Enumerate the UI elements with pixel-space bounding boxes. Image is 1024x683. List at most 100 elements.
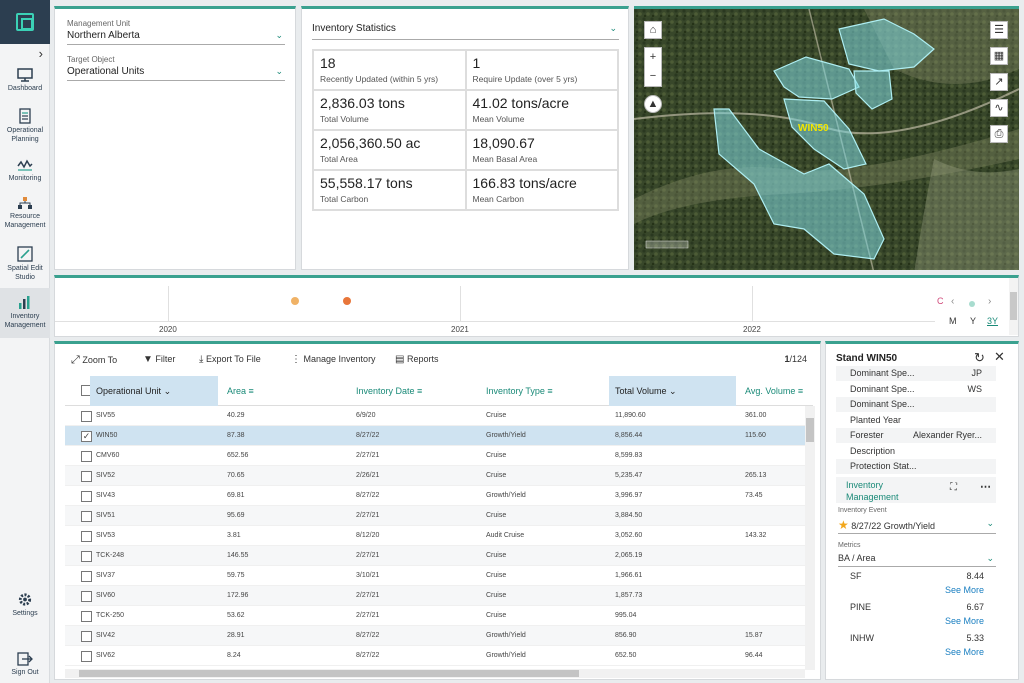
zoom-in-icon[interactable]: + <box>645 48 661 67</box>
filter-button[interactable]: ▼ Filter <box>143 354 175 365</box>
timeline-panel[interactable]: 2020 2021 2022 C ‹ › M Y 3Y <box>54 275 1019 337</box>
table-row[interactable]: TCK-248 146.55 2/27/21 Cruise 2,065.19 <box>65 546 813 566</box>
row-checkbox[interactable] <box>81 591 92 602</box>
table-row[interactable]: SIV42 28.91 8/27/22 Growth/Yield 856.90 15.87 <box>65 626 813 646</box>
scrollbar-thumb[interactable] <box>79 670 579 677</box>
zoom-out-icon[interactable]: − <box>645 67 661 86</box>
table-cell: 652.56 <box>227 452 249 459</box>
stand-detail-panel: Stand WIN50 ↻ ✕ Dominant Spe... JP Domina… <box>825 341 1019 680</box>
timeline-event-dot[interactable] <box>291 297 299 305</box>
table-row[interactable]: SIV60 172.96 2/27/21 Cruise 1,857.73 <box>65 586 813 606</box>
sidebar-item-resource-management[interactable]: Resource Management <box>0 196 50 230</box>
metrics-select[interactable]: BA / Area ⌄ <box>838 553 996 567</box>
table-row[interactable]: CMV60 652.56 2/27/21 Cruise 8,599.83 <box>65 446 813 466</box>
timeline-scrollbar[interactable] <box>1009 278 1018 335</box>
scrollbar-thumb[interactable] <box>806 418 814 442</box>
compass-button[interactable]: ▲ <box>644 95 662 113</box>
qr-button[interactable]: ▦ <box>990 47 1008 65</box>
zoom-3-year[interactable]: 3Y <box>987 316 998 326</box>
table-row[interactable]: ✓ WIN50 87.38 8/27/22 Growth/Yield 8,856.44 11… <box>65 426 813 446</box>
sketch-button[interactable]: ∿ <box>990 99 1008 117</box>
row-checkbox[interactable] <box>81 471 92 482</box>
row-checkbox[interactable] <box>81 511 92 522</box>
export-button[interactable]: ⤓ Export To File <box>199 354 261 365</box>
row-checkbox[interactable] <box>81 451 92 462</box>
refresh-icon[interactable]: ↻ <box>974 350 985 366</box>
timeline-reset[interactable]: C <box>937 296 944 306</box>
home-button[interactable]: ⌂ <box>644 21 662 39</box>
zoom-month[interactable]: M <box>949 316 957 326</box>
see-more-link[interactable]: See More <box>945 585 984 595</box>
statistics-select[interactable]: Inventory Statistics ⌄ <box>312 23 619 40</box>
row-checkbox[interactable] <box>81 411 92 422</box>
timeline-prev-icon[interactable]: ‹ <box>951 296 954 307</box>
detail-field: Protection Stat... <box>836 459 996 474</box>
scrollbar-thumb[interactable] <box>1010 292 1017 320</box>
column-header-total-volume[interactable]: Total Volume ⌄ <box>609 376 736 406</box>
fullscreen-icon[interactable]: ⛶ <box>950 482 957 493</box>
table-row[interactable]: SIV52 70.65 2/26/21 Cruise 5,235.47 265.13 <box>65 466 813 486</box>
zoom-to-button[interactable]: ⤢ Zoom To <box>71 354 117 367</box>
table-vertical-scrollbar[interactable] <box>805 406 815 670</box>
row-checkbox[interactable] <box>81 571 92 582</box>
table-row[interactable]: SIV62 8.24 8/27/22 Growth/Yield 652.50 96.44 <box>65 646 813 666</box>
row-checkbox[interactable]: ✓ <box>81 431 92 442</box>
column-header-operational-unit[interactable]: Operational Unit ⌄ <box>90 376 218 406</box>
event-select[interactable]: ★ 8/27/22 Growth/Yield ⌄ <box>838 518 996 534</box>
reports-button[interactable]: ▤ Reports <box>395 354 438 365</box>
compass-icon: ▲ <box>647 98 659 110</box>
zoom-control[interactable]: + − <box>644 47 662 87</box>
sidebar-item-inventory-management[interactable]: Inventory Management <box>0 288 50 338</box>
sidebar-item-sign-out[interactable]: Sign Out <box>0 652 50 677</box>
see-more-link[interactable]: See More <box>945 616 984 626</box>
target-object-select[interactable]: Operational Units ⌄ <box>67 66 285 81</box>
row-checkbox[interactable] <box>81 611 92 622</box>
row-checkbox[interactable] <box>81 551 92 562</box>
table-cell: 856.90 <box>615 632 637 639</box>
target-object-label: Target Object <box>67 55 115 64</box>
table-row[interactable]: SIV43 69.81 8/27/22 Growth/Yield 3,996.97 73.… <box>65 486 813 506</box>
row-checkbox[interactable] <box>81 631 92 642</box>
sidebar-item-dashboard[interactable]: Dashboard <box>0 68 50 93</box>
sidebar-item-operational-planning[interactable]: Operational Planning <box>0 108 50 144</box>
print-button[interactable]: ⎙ <box>990 125 1008 143</box>
print-icon: ⎙ <box>994 128 1004 140</box>
app-logo[interactable] <box>0 0 50 44</box>
timeline-year: 2020 <box>159 325 177 334</box>
table-cell: SIV43 <box>96 492 116 499</box>
manage-inventory-button[interactable]: ⋮ Manage Inventory <box>291 354 376 365</box>
row-checkbox[interactable] <box>81 491 92 502</box>
sidebar-item-settings[interactable]: Settings <box>0 592 50 618</box>
management-unit-select[interactable]: Northern Alberta ⌄ <box>67 30 285 45</box>
sidebar-item-monitoring[interactable]: Monitoring <box>0 158 50 183</box>
table-cell: SIV55 <box>96 412 116 419</box>
column-header-avg-volume[interactable]: Avg. Volume ≡ <box>739 376 813 406</box>
expand-sidebar-icon[interactable]: › <box>39 46 43 61</box>
table-cell: 6/9/20 <box>356 412 376 419</box>
table-row[interactable]: SIV55 40.29 6/9/20 Cruise 11,890.60 361.00 <box>65 406 813 426</box>
row-checkbox[interactable] <box>81 651 92 662</box>
column-header-inventory-date[interactable]: Inventory Date ≡ <box>350 376 477 406</box>
table-row[interactable]: TCK-250 53.62 2/27/21 Cruise 995.04 <box>65 606 813 626</box>
close-icon[interactable]: ✕ <box>994 349 1005 365</box>
row-checkbox[interactable] <box>81 531 92 542</box>
sidebar-item-label: Inventory Management <box>4 313 46 329</box>
table-horizontal-scrollbar[interactable] <box>65 669 805 678</box>
section-header[interactable]: Inventory Management ⛶ ⋯ <box>836 477 996 503</box>
column-header-area[interactable]: Area ≡ <box>221 376 347 406</box>
sidebar-item-spatial-edit-studio[interactable]: Spatial Edit Studio <box>0 246 50 282</box>
map-view[interactable]: WIN50 ⌂ + − ▲ ☰ ▦ ↗ ∿ ⎙ <box>634 6 1019 270</box>
table-cell: 1,966.61 <box>615 572 643 579</box>
timeline-next-icon[interactable]: › <box>988 296 991 307</box>
column-header-inventory-type[interactable]: Inventory Type ≡ <box>480 376 606 406</box>
table-row[interactable]: SIV53 3.81 8/12/20 Audit Cruise 3,052.60 143.… <box>65 526 813 546</box>
more-horizontal-icon[interactable]: ⋯ <box>980 480 991 493</box>
table-row[interactable]: SIV51 95.69 2/27/21 Cruise 3,884.50 <box>65 506 813 526</box>
see-more-link[interactable]: See More <box>945 647 984 657</box>
timeline-event-dot[interactable] <box>343 297 351 305</box>
open-external-button[interactable]: ↗ <box>990 73 1008 91</box>
table-row[interactable]: SIV37 59.75 3/10/21 Cruise 1,966.61 <box>65 566 813 586</box>
layers-button[interactable]: ☰ <box>990 21 1008 39</box>
zoom-year[interactable]: Y <box>970 316 976 326</box>
header-label: Area <box>227 386 247 396</box>
